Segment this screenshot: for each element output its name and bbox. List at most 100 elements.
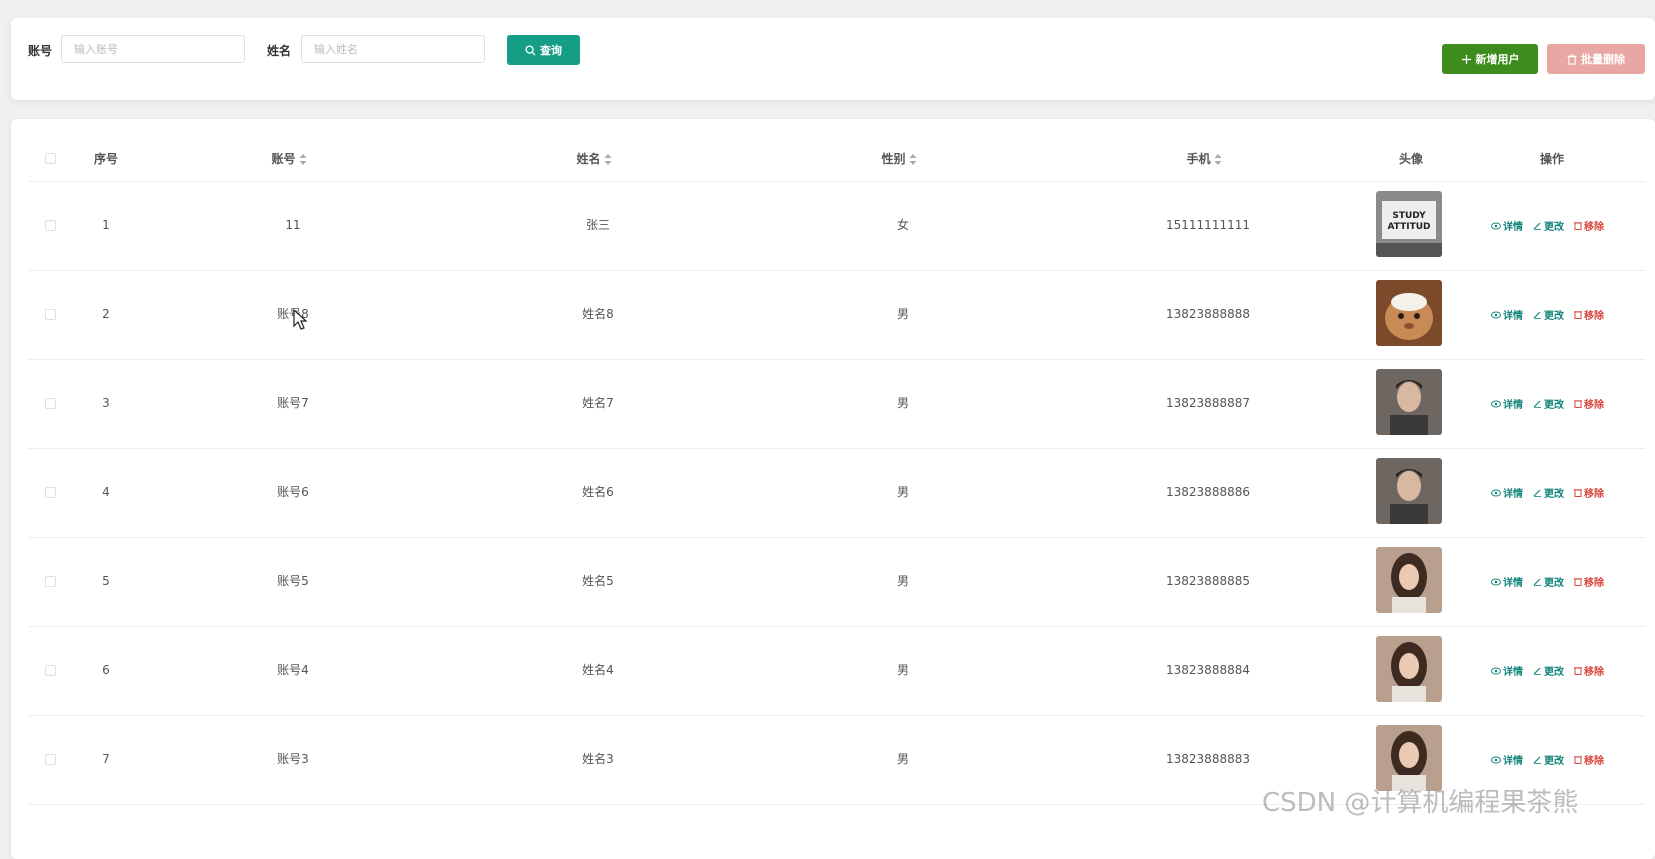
- detail-label: 详情: [1503, 489, 1523, 500]
- column-header-gender[interactable]: 性别: [881, 137, 917, 181]
- row-checkbox[interactable]: [45, 754, 56, 765]
- name-search-input[interactable]: [301, 35, 485, 63]
- cell-name: 姓名5: [582, 574, 614, 588]
- detail-button[interactable]: 详情: [1491, 485, 1523, 500]
- cell-account: 账号5: [277, 574, 309, 588]
- cell-index: 4: [102, 485, 110, 499]
- cell-phone: 13823888886: [1166, 485, 1250, 499]
- cell-phone: 13823888887: [1166, 396, 1250, 410]
- cell-index: 2: [102, 307, 110, 321]
- column-header-actions: 操作: [1539, 152, 1565, 166]
- remove-label: 移除: [1584, 756, 1604, 767]
- mouse-cursor-icon: [293, 309, 308, 330]
- edit-button[interactable]: 更改: [1533, 218, 1564, 233]
- detail-label: 详情: [1503, 222, 1523, 233]
- edit-icon: [1533, 489, 1541, 497]
- edit-label: 更改: [1544, 311, 1564, 322]
- detail-button[interactable]: 详情: [1491, 752, 1523, 767]
- edit-button[interactable]: 更改: [1533, 574, 1564, 589]
- table-row: 3 账号7 姓名7 男 13823888887 详情 更改 移除: [28, 359, 1645, 449]
- cell-name: 姓名8: [582, 307, 614, 321]
- table-row: 1 11 张三女 15111111111 STUDY ATTITUD 详情 更改 移除: [28, 181, 1645, 271]
- column-header-account[interactable]: 账号: [271, 137, 307, 181]
- remove-label: 移除: [1584, 222, 1604, 233]
- avatar[interactable]: [1376, 547, 1442, 613]
- row-checkbox[interactable]: [45, 309, 56, 320]
- remove-button[interactable]: 移除: [1574, 307, 1604, 322]
- column-header-index: 序号: [93, 152, 119, 166]
- row-checkbox[interactable]: [45, 398, 56, 409]
- avatar[interactable]: [1376, 636, 1442, 702]
- detail-label: 详情: [1503, 667, 1523, 678]
- select-all-checkbox[interactable]: [45, 153, 56, 164]
- row-checkbox[interactable]: [45, 665, 56, 676]
- search-icon: [525, 44, 536, 56]
- remove-button[interactable]: 移除: [1574, 485, 1604, 500]
- eye-icon: [1491, 311, 1501, 318]
- remove-button[interactable]: 移除: [1574, 396, 1604, 411]
- remove-label: 移除: [1584, 578, 1604, 589]
- sort-icon: [1214, 154, 1222, 165]
- eye-icon: [1491, 400, 1501, 407]
- row-checkbox[interactable]: [45, 487, 56, 498]
- batch-delete-button[interactable]: 批量删除: [1547, 44, 1645, 74]
- account-label: 账号: [28, 44, 53, 58]
- edit-label: 更改: [1544, 489, 1564, 500]
- avatar[interactable]: [1376, 280, 1442, 346]
- edit-button[interactable]: 更改: [1533, 663, 1564, 678]
- detail-label: 详情: [1503, 756, 1523, 767]
- edit-icon: [1533, 311, 1541, 319]
- table-row: 5 账号5 姓名5 男 13823888885 详情 更改 移除: [28, 537, 1645, 627]
- detail-button[interactable]: 详情: [1491, 218, 1523, 233]
- cell-gender: 男: [896, 574, 910, 588]
- avatar[interactable]: [1376, 369, 1442, 435]
- row-checkbox[interactable]: [45, 576, 56, 587]
- cell-gender: 男: [896, 307, 910, 321]
- plus-icon: [1461, 54, 1471, 64]
- cell-gender: 男: [896, 396, 910, 410]
- cell-phone: 13823888884: [1166, 663, 1250, 677]
- detail-button[interactable]: 详情: [1491, 396, 1523, 411]
- edit-button[interactable]: 更改: [1533, 485, 1564, 500]
- query-button[interactable]: 查询: [507, 35, 580, 65]
- row-checkbox[interactable]: [45, 220, 56, 231]
- add-user-button[interactable]: 新增用户: [1442, 44, 1538, 74]
- edit-button[interactable]: 更改: [1533, 396, 1564, 411]
- cell-gender: 女: [896, 218, 910, 232]
- row-actions: 详情 更改 移除: [1491, 537, 1604, 626]
- remove-button[interactable]: 移除: [1574, 663, 1604, 678]
- column-header-gender-label: 性别: [881, 152, 906, 166]
- avatar[interactable]: STUDY ATTITUD: [1376, 191, 1442, 257]
- column-header-phone[interactable]: 手机: [1186, 137, 1222, 181]
- cell-account: 账号4: [277, 663, 309, 677]
- cell-account: 11: [285, 218, 301, 232]
- cell-index: 5: [102, 574, 110, 588]
- avatar[interactable]: [1376, 458, 1442, 524]
- remove-button[interactable]: 移除: [1574, 752, 1604, 767]
- remove-button[interactable]: 移除: [1574, 218, 1604, 233]
- row-actions: 详情 更改 移除: [1491, 448, 1604, 537]
- column-header-name[interactable]: 姓名: [576, 137, 612, 181]
- edit-button[interactable]: 更改: [1533, 307, 1564, 322]
- column-header-avatar: 头像: [1398, 152, 1424, 166]
- remove-button[interactable]: 移除: [1574, 574, 1604, 589]
- cell-index: 7: [102, 752, 110, 766]
- cell-account: 账号6: [277, 485, 309, 499]
- edit-button[interactable]: 更改: [1533, 752, 1564, 767]
- detail-button[interactable]: 详情: [1491, 663, 1523, 678]
- account-search-input[interactable]: [61, 35, 245, 63]
- cell-index: 6: [102, 663, 110, 677]
- cell-phone: 13823888888: [1166, 307, 1250, 321]
- detail-button[interactable]: 详情: [1491, 574, 1523, 589]
- table-row: 6 账号4 姓名4 男 13823888884 详情 更改 移除: [28, 626, 1645, 716]
- search-panel: [11, 18, 1655, 100]
- cell-index: 3: [102, 396, 110, 410]
- query-button-label: 查询: [540, 44, 562, 57]
- sort-icon: [299, 154, 307, 165]
- cell-phone: 15111111111: [1166, 218, 1250, 232]
- detail-button[interactable]: 详情: [1491, 307, 1523, 322]
- detail-label: 详情: [1503, 400, 1523, 411]
- eye-icon: [1491, 222, 1501, 229]
- edit-label: 更改: [1544, 667, 1564, 678]
- eye-icon: [1491, 756, 1501, 763]
